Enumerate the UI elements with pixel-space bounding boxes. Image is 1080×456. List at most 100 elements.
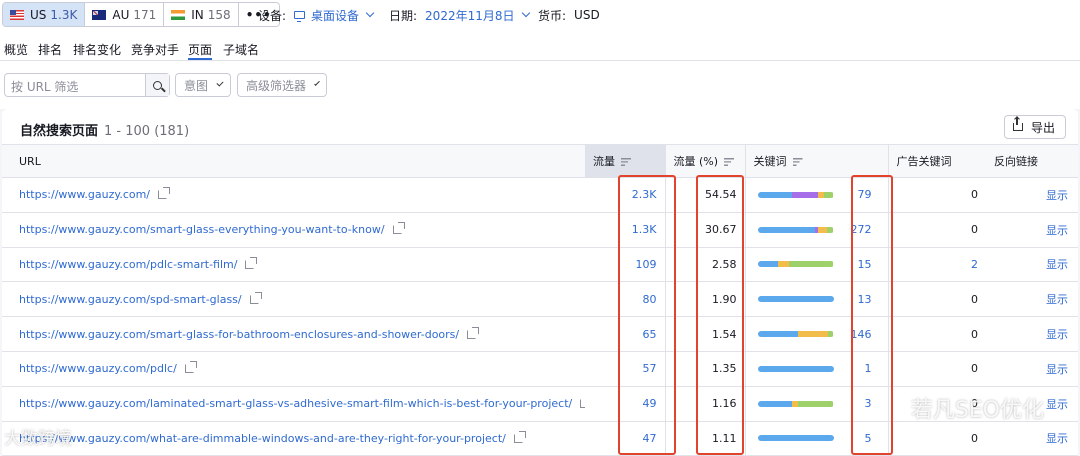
page-url-link[interactable]: https://www.gauzy.com/pdlc/ xyxy=(19,362,177,375)
external-link-icon[interactable] xyxy=(184,361,197,374)
sort-icon xyxy=(621,158,631,166)
search-icon xyxy=(153,80,162,90)
url-cell: https://www.gauzy.com/ xyxy=(2,177,585,213)
db-au-button[interactable]: AU 171 xyxy=(85,3,165,26)
url-cell: https://www.gauzy.com/laminated-smart-gl… xyxy=(2,386,585,422)
external-link-icon[interactable] xyxy=(580,399,585,409)
external-link-icon[interactable] xyxy=(392,222,405,235)
db-us-button[interactable]: US 1.3K xyxy=(3,3,86,26)
top-bar: US 1.3K AU 171 IN 158 ••• 设备: 桌面设备 日期: 2… xyxy=(0,0,1080,30)
url-cell: https://www.gauzy.com/smart-glass-for-ba… xyxy=(2,316,585,352)
result-count: 1 - 100 (181) xyxy=(104,124,190,139)
backlinks-show-link[interactable]: 显示 xyxy=(986,421,1078,456)
table-row: https://www.gauzy.com/smart-glass-for-ba… xyxy=(2,316,1078,352)
card-title: 自然搜索页面 1 - 100 (181) xyxy=(20,120,189,139)
keyword-intent-segment xyxy=(789,261,834,268)
page-url-link[interactable]: https://www.gauzy.com/what-are-dimmable-… xyxy=(19,432,506,445)
col-traffic-pct-label: 流量 (%) xyxy=(673,155,719,168)
backlinks-show-link[interactable]: 显示 xyxy=(986,212,1078,248)
external-link-icon[interactable] xyxy=(249,291,262,304)
advanced-filters-dropdown[interactable]: 高级筛选器 xyxy=(237,73,327,97)
search-button[interactable] xyxy=(145,74,169,96)
table-row: https://www.gauzy.com/pdlc/57 1.35 1 0 显示 xyxy=(2,351,1078,387)
page-url-link[interactable]: https://www.gauzy.com/smart-glass-everyt… xyxy=(19,223,385,236)
currency-value: USD xyxy=(574,8,600,22)
keyword-intent-segment xyxy=(757,296,834,303)
tab-positions[interactable]: 排名 xyxy=(38,41,62,58)
date-value: 2022年11月8日 xyxy=(425,8,515,23)
col-traffic-label: 流量 xyxy=(593,155,615,168)
currency-display: 货币: USD xyxy=(538,0,600,30)
tab-overview[interactable]: 概览 xyxy=(4,41,28,58)
tab-competitors[interactable]: 竞争对手 xyxy=(131,41,179,58)
monitor-icon xyxy=(294,11,306,22)
url-filter-input[interactable]: 按 URL 筛选 xyxy=(5,74,145,96)
export-button[interactable]: 导出 xyxy=(1003,115,1066,139)
card-title-text: 自然搜索页面 xyxy=(20,124,99,139)
db-code: IN xyxy=(191,7,204,22)
keyword-intent-segment xyxy=(778,261,790,268)
keyword-intent-segment xyxy=(757,435,834,442)
backlinks-show-link[interactable]: 显示 xyxy=(986,247,1078,283)
sort-icon xyxy=(724,158,735,166)
url-cell: https://www.gauzy.com/smart-glass-everyt… xyxy=(2,212,585,248)
tab-subdomains[interactable]: 子域名 xyxy=(223,41,259,58)
keyword-intent-segment xyxy=(797,331,829,338)
annotation-keywords-box xyxy=(851,175,893,455)
device-selector[interactable]: 设备: 桌面设备 xyxy=(258,0,375,30)
keyword-intent-segment xyxy=(797,400,834,407)
col-url[interactable]: URL xyxy=(2,144,585,178)
external-link-icon[interactable] xyxy=(245,256,258,269)
ads-keywords-cell: 0 xyxy=(887,212,986,248)
keyword-intent-bar xyxy=(757,226,834,233)
url-cell: https://www.gauzy.com/pdlc/ xyxy=(2,351,585,387)
keyword-intent-segment xyxy=(824,191,834,198)
page-url-link[interactable]: https://www.gauzy.com/smart-glass-for-ba… xyxy=(19,328,459,341)
keyword-intent-bar xyxy=(757,296,834,303)
keyword-intent-bar xyxy=(757,261,834,268)
table-row: https://www.gauzy.com/2.3K 54.54 79 0 显示 xyxy=(2,177,1078,213)
col-traffic-pct[interactable]: 流量 (%) xyxy=(664,144,745,178)
advanced-filters-label: 高级筛选器 xyxy=(246,78,307,93)
backlinks-show-link[interactable]: 显示 xyxy=(986,177,1078,213)
flag-in-icon xyxy=(171,9,186,20)
col-backlinks[interactable]: 反向链接 xyxy=(986,144,1078,178)
page-url-link[interactable]: https://www.gauzy.com/ xyxy=(19,188,150,201)
backlinks-show-link[interactable]: 显示 xyxy=(986,351,1078,387)
keyword-intent-segment xyxy=(757,400,792,407)
col-ads-keywords[interactable]: 广告关键词 xyxy=(887,144,986,178)
backlinks-show-link[interactable]: 显示 xyxy=(986,316,1078,352)
db-in-button[interactable]: IN 158 xyxy=(164,3,239,26)
keyword-intent-bar xyxy=(757,400,834,407)
intent-dropdown[interactable]: 意图 xyxy=(175,73,231,97)
tab-position-changes[interactable]: 排名变化 xyxy=(73,41,121,58)
db-code: US xyxy=(30,7,47,22)
db-count: 1.3K xyxy=(50,7,78,22)
tab-pages[interactable]: 页面 xyxy=(188,41,213,60)
external-link-icon[interactable] xyxy=(158,187,171,200)
db-count: 171 xyxy=(133,7,157,22)
keyword-intent-segment xyxy=(826,226,834,233)
col-keywords[interactable]: 关键词 xyxy=(744,144,888,178)
keyword-intent-bar xyxy=(757,365,834,372)
external-link-icon[interactable] xyxy=(513,430,526,443)
backlinks-show-link[interactable]: 显示 xyxy=(986,281,1078,318)
table-row: https://www.gauzy.com/what-are-dimmable-… xyxy=(2,421,1078,456)
date-selector[interactable]: 日期: 2022年11月8日 xyxy=(389,0,530,30)
table-row: https://www.gauzy.com/spd-smart-glass/80… xyxy=(2,281,1078,318)
keyword-intent-segment xyxy=(757,365,834,372)
keyword-intent-segment xyxy=(757,226,815,233)
page-url-link[interactable]: https://www.gauzy.com/spd-smart-glass/ xyxy=(19,293,242,306)
keyword-intent-bar xyxy=(757,435,834,442)
db-code: AU xyxy=(112,7,130,22)
ads-keywords-cell: 0 xyxy=(887,177,986,213)
url-filter: 按 URL 筛选 xyxy=(4,73,170,97)
page-url-link[interactable]: https://www.gauzy.com/laminated-smart-gl… xyxy=(19,397,572,410)
ads-keywords-cell[interactable]: 2 xyxy=(887,247,986,283)
col-keywords-label: 关键词 xyxy=(753,155,787,168)
col-traffic[interactable]: 流量 xyxy=(585,144,665,178)
flag-us-icon xyxy=(10,9,24,20)
page-url-link[interactable]: https://www.gauzy.com/pdlc-smart-film/ xyxy=(19,258,237,271)
table-row: https://www.gauzy.com/pdlc-smart-film/10… xyxy=(2,247,1078,283)
external-link-icon[interactable] xyxy=(467,326,480,339)
